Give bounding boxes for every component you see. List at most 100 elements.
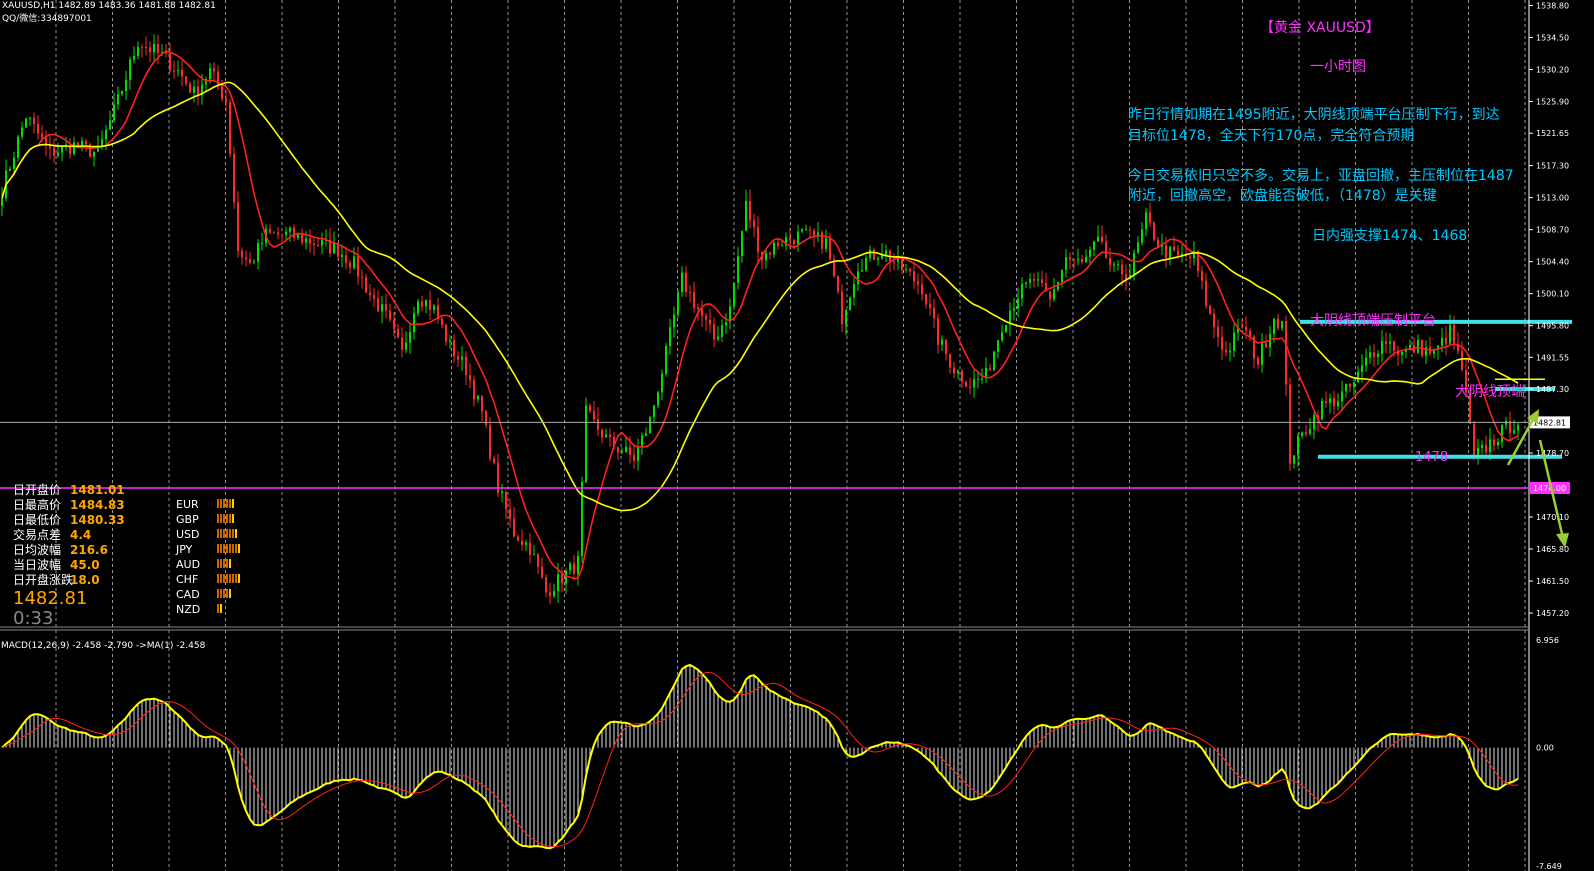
candle-body: [653, 405, 655, 418]
candle-body: [1373, 352, 1375, 357]
candle-body: [261, 242, 263, 244]
currency-bar: [223, 544, 225, 553]
stats-value: 45.0: [70, 558, 100, 572]
currency-bar: [220, 559, 222, 568]
candle-body: [533, 554, 535, 556]
candle-body: [141, 46, 143, 48]
candle-body: [585, 405, 587, 483]
candle-body: [213, 68, 215, 72]
candle-body: [1305, 432, 1307, 434]
candle-body: [789, 237, 791, 240]
candle-body: [621, 452, 623, 454]
candle-body: [1105, 241, 1107, 259]
candle-body: [85, 141, 87, 145]
candle-body: [1153, 222, 1155, 240]
stats-value: 1480.33: [70, 513, 125, 527]
currency-label: EUR: [176, 498, 199, 511]
candle-body: [249, 259, 251, 263]
currency-bar: [229, 559, 231, 568]
candle-body: [845, 309, 847, 325]
candle-body: [1093, 241, 1095, 250]
candle-body: [185, 76, 187, 84]
candle-body: [629, 446, 631, 455]
candle-body: [997, 340, 999, 352]
candle-body: [1349, 383, 1351, 387]
candle-body: [921, 284, 923, 295]
stats-label: 日开盘价: [13, 482, 61, 497]
candle-body: [669, 327, 671, 346]
candle-body: [1385, 340, 1387, 344]
candle-body: [813, 230, 815, 236]
tick-label: 1521.65: [1536, 129, 1569, 138]
candle-body: [793, 239, 795, 245]
candle-body: [1297, 435, 1299, 456]
currency-bar: [235, 544, 237, 553]
candle-body: [617, 447, 619, 453]
candle-body: [573, 563, 575, 574]
candle-body: [821, 232, 823, 249]
candle-body: [713, 324, 715, 340]
candle-body: [1113, 264, 1115, 266]
candle-body: [1213, 313, 1215, 328]
candle-body: [1225, 349, 1227, 353]
candle-body: [693, 292, 695, 308]
candle-body: [601, 429, 603, 438]
qq-line: QQ/微信:334897001: [2, 12, 92, 24]
candle-body: [197, 86, 199, 96]
candle-body: [1085, 256, 1087, 262]
candle-body: [349, 262, 351, 268]
price-chart[interactable]: 1538.80 1534.50 1530.20 1525.90 1521.65 1517.…: [0, 0, 1594, 871]
candle-body: [229, 102, 231, 154]
candle-body: [697, 307, 699, 310]
candle: [25, 117, 27, 129]
tick-label: 1500.10: [1536, 290, 1569, 299]
candle-body: [965, 381, 967, 387]
candle-body: [253, 261, 255, 263]
candle-body: [1037, 279, 1039, 281]
candle-body: [449, 340, 451, 342]
tick-label: 1487.30: [1536, 385, 1569, 394]
candle-body: [581, 482, 583, 557]
currency-bar: [217, 574, 219, 583]
symbol-line: XAUUSD,H1 1482.89 1483.36 1481.88 1482.8…: [2, 1, 216, 11]
candle-body: [797, 231, 799, 245]
candle-body: [709, 319, 711, 325]
tick-label: 1457.20: [1536, 609, 1569, 618]
stats-label: 日最低价: [13, 513, 61, 527]
candle-body: [257, 243, 259, 262]
candle: [17, 135, 19, 162]
candle-body: [305, 238, 307, 243]
candle-body: [13, 157, 15, 169]
candle-body: [1401, 351, 1403, 355]
candle-body: [1069, 257, 1071, 260]
candle-body: [685, 272, 687, 292]
candle-body: [1273, 318, 1275, 334]
candle-body: [649, 417, 651, 433]
candle-body: [1149, 212, 1151, 223]
candle: [585, 397, 587, 484]
currency-bar: [229, 589, 231, 598]
candle-body: [1117, 264, 1119, 266]
candle-body: [1377, 353, 1379, 357]
currency-label: USD: [176, 528, 200, 541]
candle-body: [701, 309, 703, 316]
candle-body: [1041, 279, 1043, 284]
candle-body: [981, 378, 983, 380]
candle-body: [1329, 398, 1331, 403]
annotation-para1-line1: 昨日行情如期在1495附近，大阴线顶端平台压制下行，到达: [1128, 107, 1500, 123]
currency-bar: [217, 544, 219, 553]
currency-bar: [220, 514, 222, 523]
candle-body: [849, 297, 851, 310]
currency-bar: [229, 574, 231, 583]
currency-bar: [223, 514, 225, 523]
candle-body: [389, 310, 391, 320]
candle: [733, 282, 735, 311]
candle: [677, 289, 679, 318]
currency-bar: [220, 499, 222, 508]
candle-body: [37, 123, 39, 134]
candle-body: [1337, 401, 1339, 407]
candle-body: [1025, 282, 1027, 284]
candle-body: [873, 249, 875, 260]
candle-body: [1205, 280, 1207, 306]
tick-label: 1478.70: [1536, 449, 1569, 458]
